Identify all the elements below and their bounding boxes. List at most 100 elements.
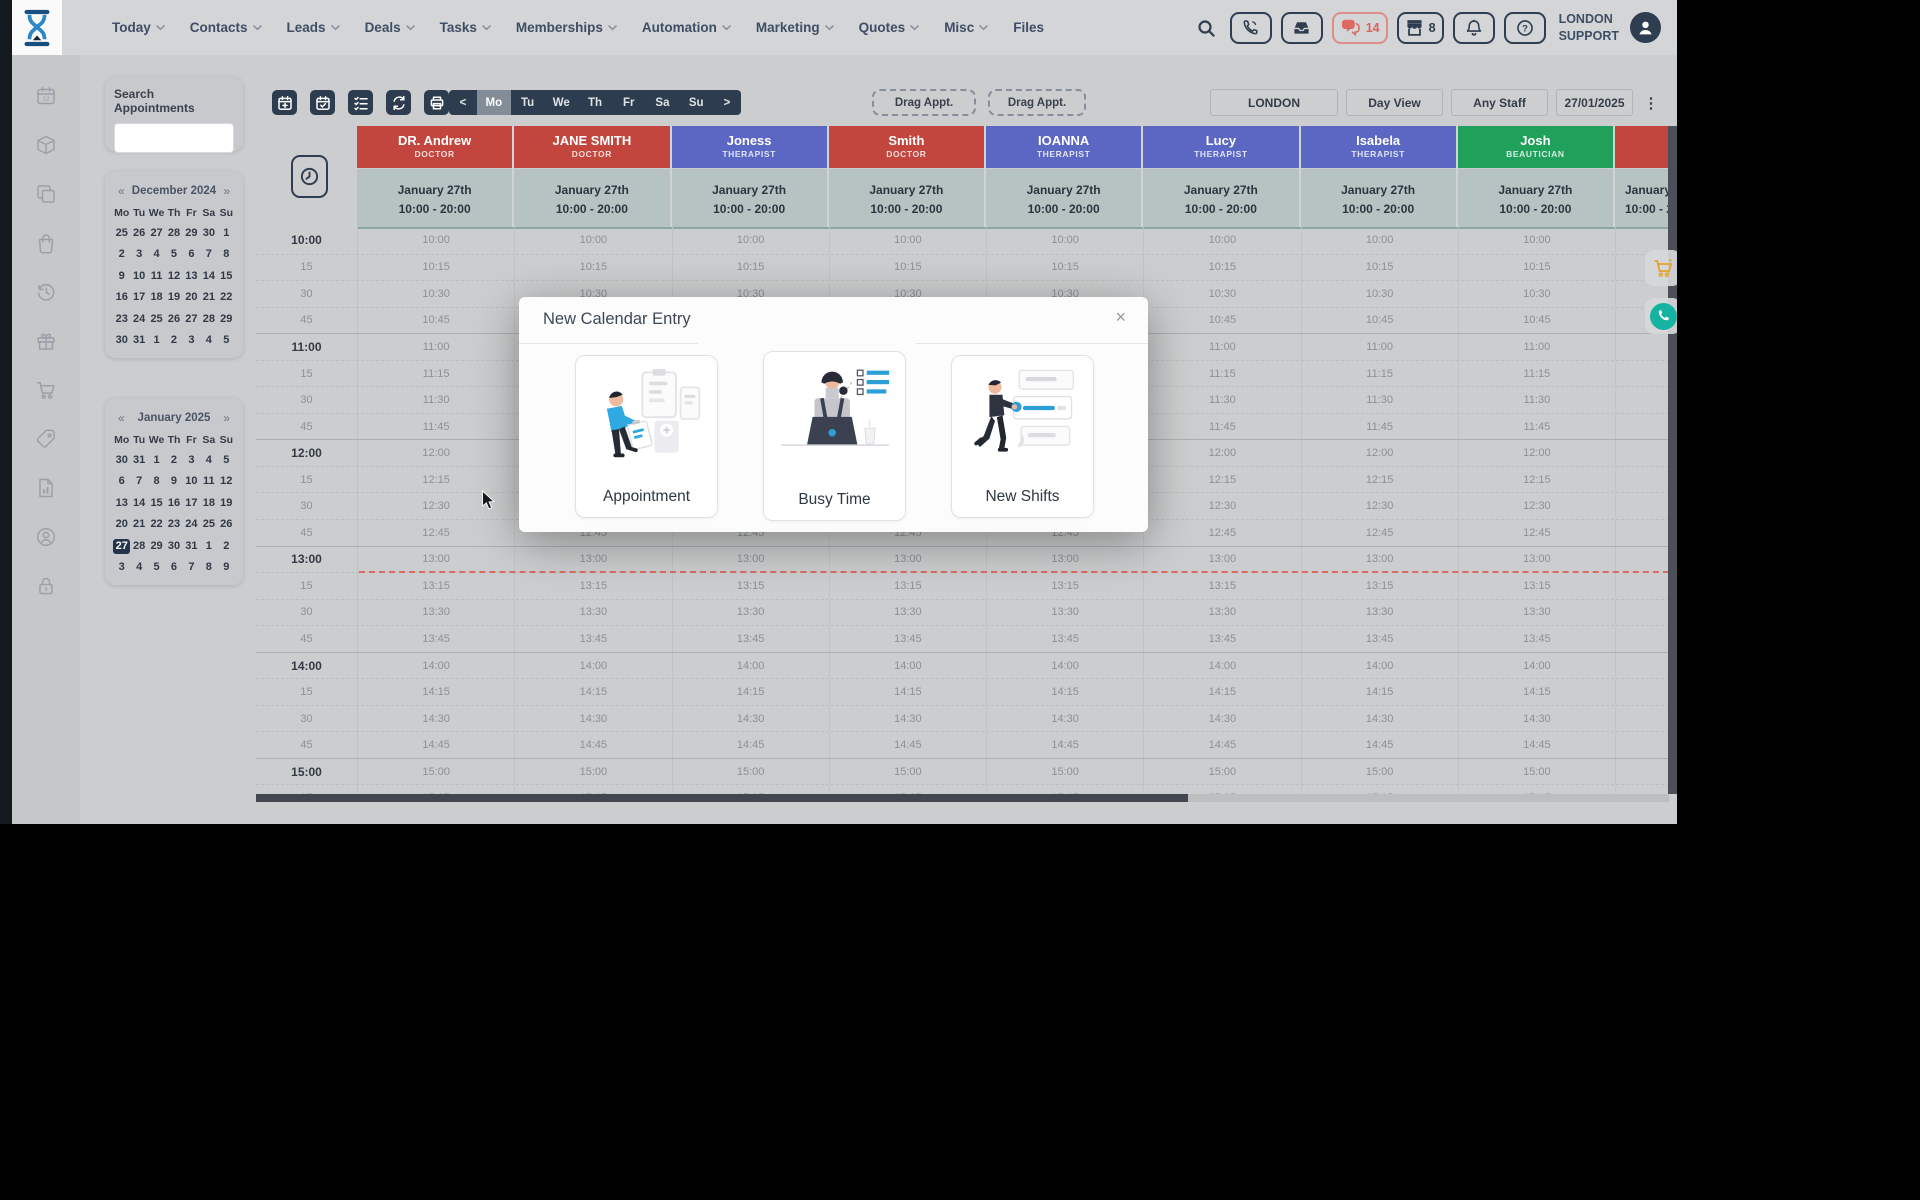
slot-josh-12-15[interactable]: 12:15 bbox=[1458, 467, 1615, 493]
slot-isabela-11-15[interactable]: 11:15 bbox=[1301, 361, 1458, 387]
nav-item-today[interactable]: Today bbox=[112, 20, 165, 35]
date-cell[interactable]: 20 bbox=[113, 517, 130, 532]
nav-item-files[interactable]: Files bbox=[1013, 20, 1044, 35]
date-cell[interactable]: 5 bbox=[148, 560, 165, 575]
date-cell[interactable]: 12 bbox=[165, 269, 182, 284]
slot-lucy-10-00[interactable]: 10:00 bbox=[1143, 227, 1300, 254]
slot-smith-14-45[interactable]: 14:45 bbox=[829, 732, 986, 758]
slot-jane-smith-13-45[interactable]: 13:45 bbox=[514, 626, 671, 652]
date-cell[interactable]: 16 bbox=[165, 496, 182, 511]
date-cell[interactable]: 9 bbox=[218, 560, 235, 575]
slot-overflow-13-15[interactable] bbox=[1615, 573, 1669, 599]
slot-josh-13-00[interactable]: 13:00 bbox=[1458, 547, 1615, 573]
slot-josh-10-45[interactable]: 10:45 bbox=[1458, 308, 1615, 334]
slot-dr-andrew-14-45[interactable]: 14:45 bbox=[357, 732, 514, 758]
slot-smith-13-00[interactable]: 13:00 bbox=[829, 547, 986, 573]
slot-josh-14-15[interactable]: 14:15 bbox=[1458, 679, 1615, 705]
nav-item-marketing[interactable]: Marketing bbox=[756, 20, 834, 35]
drag-appointment-button-2[interactable]: Drag Appt. bbox=[988, 89, 1086, 116]
slot-dr-andrew-13-30[interactable]: 13:30 bbox=[357, 600, 514, 626]
date-cell[interactable]: 27 bbox=[183, 312, 200, 327]
date-cell[interactable]: 3 bbox=[130, 247, 147, 262]
slot-isabela-11-45[interactable]: 11:45 bbox=[1301, 414, 1458, 440]
day-tab-th[interactable]: Th bbox=[578, 90, 612, 115]
slot-ioanna-15-15[interactable]: 15:15 bbox=[986, 785, 1143, 794]
staff-select[interactable]: Any Staff bbox=[1451, 89, 1548, 116]
slot-josh-13-15[interactable]: 13:15 bbox=[1458, 573, 1615, 599]
date-cell[interactable]: 17 bbox=[130, 290, 147, 305]
slot-dr-andrew-11-15[interactable]: 11:15 bbox=[357, 361, 514, 387]
slot-isabela-14-00[interactable]: 14:00 bbox=[1301, 653, 1458, 679]
selected-date[interactable]: 27 bbox=[113, 539, 130, 554]
date-cell[interactable]: 26 bbox=[165, 312, 182, 327]
date-cell[interactable]: 7 bbox=[183, 560, 200, 575]
slot-lucy-10-15[interactable]: 10:15 bbox=[1143, 255, 1300, 281]
date-cell[interactable]: 21 bbox=[200, 290, 217, 305]
date-cell[interactable]: 4 bbox=[200, 453, 217, 468]
date-cell[interactable]: 2 bbox=[218, 539, 235, 554]
slot-smith-10-00[interactable]: 10:00 bbox=[829, 227, 986, 254]
slot-lucy-13-45[interactable]: 13:45 bbox=[1143, 626, 1300, 652]
floating-cart-button[interactable] bbox=[1645, 250, 1677, 286]
date-cell[interactable]: 6 bbox=[183, 247, 200, 262]
date-cell[interactable]: 31 bbox=[130, 453, 147, 468]
slot-joness-13-30[interactable]: 13:30 bbox=[672, 600, 829, 626]
slot-isabela-12-30[interactable]: 12:30 bbox=[1301, 493, 1458, 519]
date-cell[interactable]: 23 bbox=[113, 312, 130, 327]
slot-lucy-11-30[interactable]: 11:30 bbox=[1143, 387, 1300, 413]
slot-isabela-14-15[interactable]: 14:15 bbox=[1301, 679, 1458, 705]
date-cell[interactable]: 24 bbox=[130, 312, 147, 327]
nav-item-leads[interactable]: Leads bbox=[287, 20, 340, 35]
help-button[interactable]: ? bbox=[1504, 12, 1546, 44]
slot-joness-14-00[interactable]: 14:00 bbox=[672, 653, 829, 679]
search-appointments-input[interactable] bbox=[114, 123, 234, 153]
sidebar-item-cart[interactable] bbox=[35, 379, 57, 401]
date-cell[interactable]: 16 bbox=[113, 290, 130, 305]
date-cell[interactable]: 2 bbox=[165, 453, 182, 468]
slot-josh-15-00[interactable]: 15:00 bbox=[1458, 759, 1615, 785]
slot-isabela-13-45[interactable]: 13:45 bbox=[1301, 626, 1458, 652]
slot-isabela-15-00[interactable]: 15:00 bbox=[1301, 759, 1458, 785]
slot-lucy-14-15[interactable]: 14:15 bbox=[1143, 679, 1300, 705]
slot-jane-smith-13-15[interactable]: 13:15 bbox=[514, 573, 671, 599]
slot-smith-15-15[interactable]: 15:15 bbox=[829, 785, 986, 794]
slot-smith-13-45[interactable]: 13:45 bbox=[829, 626, 986, 652]
date-cell[interactable]: 22 bbox=[148, 517, 165, 532]
view-select[interactable]: Day View bbox=[1346, 89, 1443, 116]
date-cell[interactable]: 31 bbox=[183, 539, 200, 554]
date-cell[interactable]: 15 bbox=[148, 496, 165, 511]
date-cell[interactable]: 7 bbox=[130, 474, 147, 489]
nav-item-misc[interactable]: Misc bbox=[944, 20, 988, 35]
slot-smith-14-15[interactable]: 14:15 bbox=[829, 679, 986, 705]
date-cell[interactable]: 11 bbox=[148, 269, 165, 284]
date-cell[interactable]: 21 bbox=[130, 517, 147, 532]
slot-overflow-12-45[interactable] bbox=[1615, 520, 1669, 546]
slot-lucy-12-00[interactable]: 12:00 bbox=[1143, 440, 1300, 466]
slot-josh-10-30[interactable]: 10:30 bbox=[1458, 281, 1615, 307]
slot-isabela-11-00[interactable]: 11:00 bbox=[1301, 334, 1458, 360]
next-day-arrow[interactable]: > bbox=[713, 90, 741, 115]
date-cell[interactable]: 4 bbox=[130, 560, 147, 575]
day-tab-we[interactable]: We bbox=[544, 90, 578, 115]
slot-isabela-10-15[interactable]: 10:15 bbox=[1301, 255, 1458, 281]
slot-josh-12-00[interactable]: 12:00 bbox=[1458, 440, 1615, 466]
slot-isabela-14-30[interactable]: 14:30 bbox=[1301, 706, 1458, 732]
checklist-button[interactable] bbox=[348, 90, 373, 115]
date-cell[interactable]: 1 bbox=[148, 333, 165, 348]
slot-isabela-15-15[interactable]: 15:15 bbox=[1301, 785, 1458, 794]
slot-ioanna-14-15[interactable]: 14:15 bbox=[986, 679, 1143, 705]
slot-lucy-14-30[interactable]: 14:30 bbox=[1143, 706, 1300, 732]
slot-lucy-14-00[interactable]: 14:00 bbox=[1143, 653, 1300, 679]
slot-dr-andrew-11-00[interactable]: 11:00 bbox=[357, 334, 514, 360]
slot-smith-10-15[interactable]: 10:15 bbox=[829, 255, 986, 281]
nav-item-memberships[interactable]: Memberships bbox=[516, 20, 617, 35]
slot-joness-10-15[interactable]: 10:15 bbox=[672, 255, 829, 281]
date-cell[interactable]: 1 bbox=[200, 539, 217, 554]
slot-josh-11-15[interactable]: 11:15 bbox=[1458, 361, 1615, 387]
slot-overflow-11-30[interactable] bbox=[1615, 387, 1669, 413]
slot-josh-11-30[interactable]: 11:30 bbox=[1458, 387, 1615, 413]
date-cell[interactable]: 29 bbox=[183, 226, 200, 241]
user-avatar[interactable] bbox=[1630, 12, 1661, 43]
date-cell[interactable]: 25 bbox=[148, 312, 165, 327]
slot-ioanna-13-15[interactable]: 13:15 bbox=[986, 573, 1143, 599]
